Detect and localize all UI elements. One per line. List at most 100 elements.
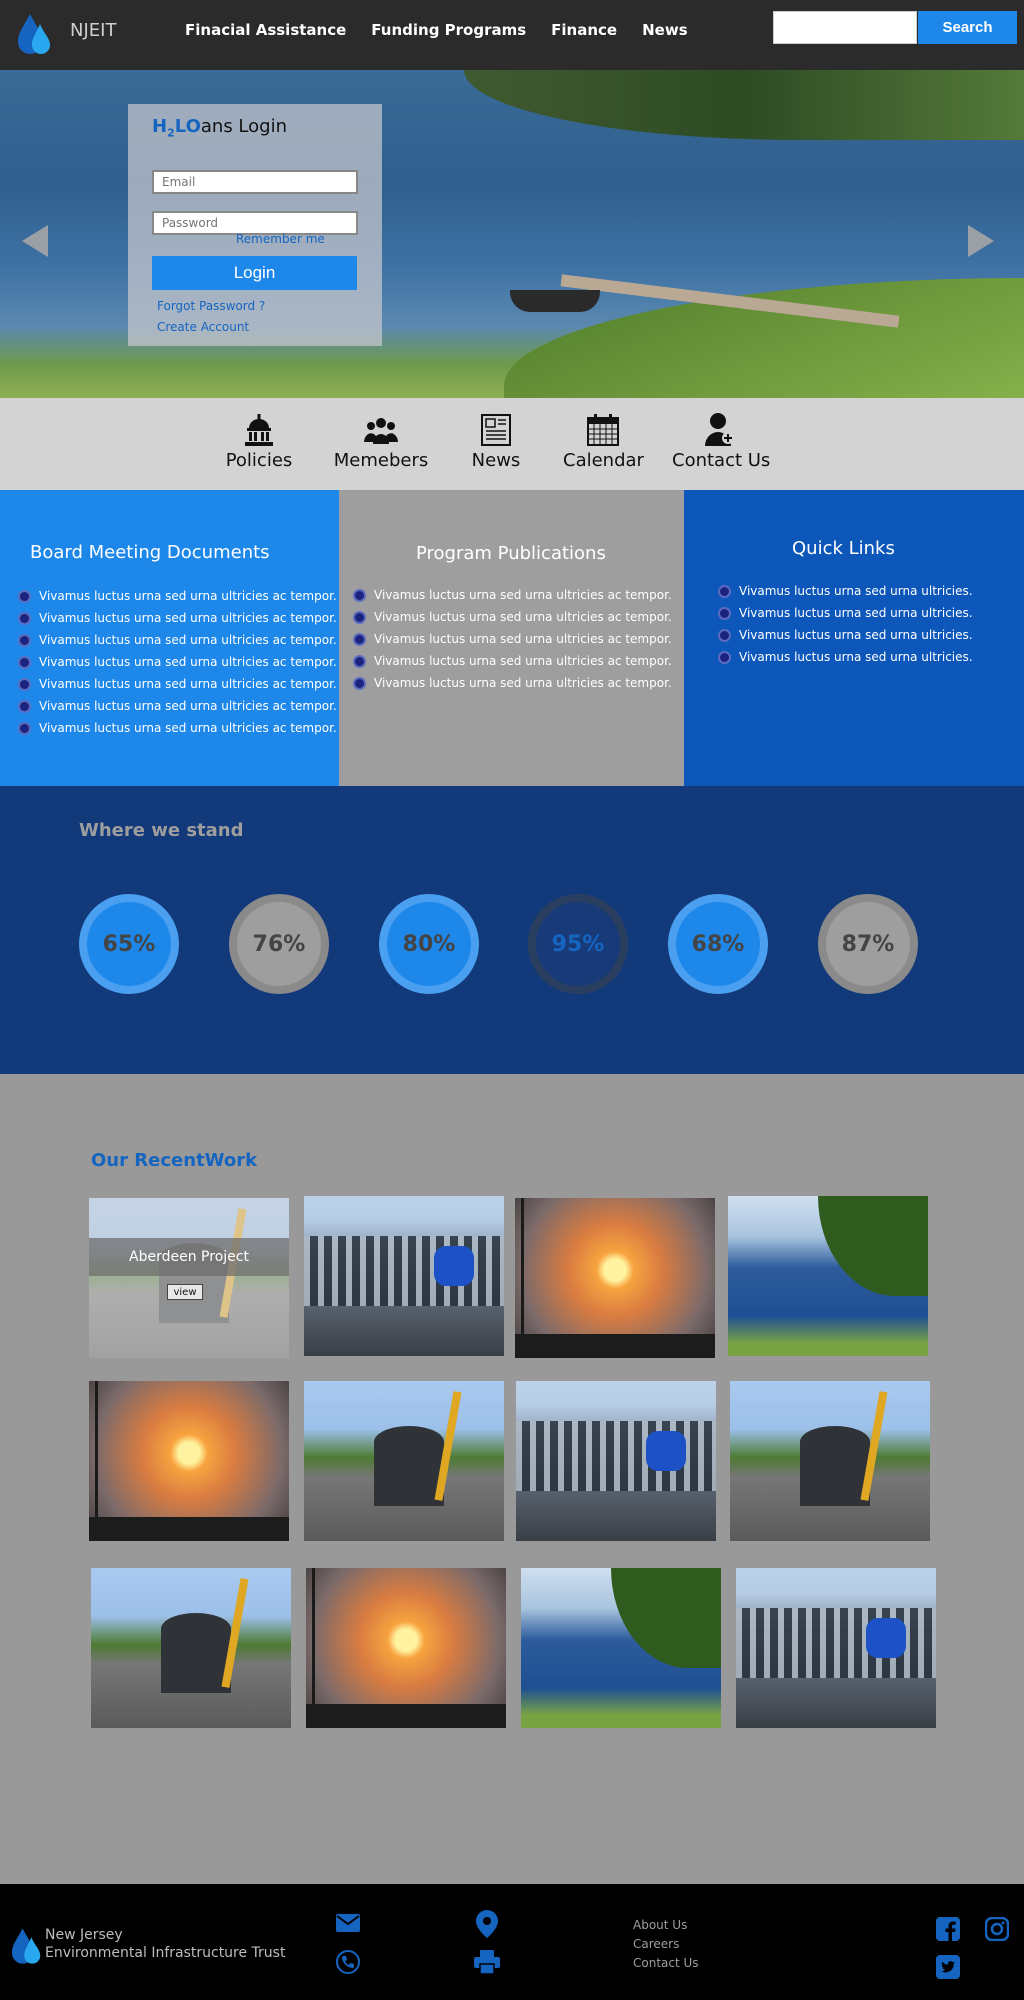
hero-trees bbox=[464, 70, 1024, 140]
bullet-icon bbox=[353, 654, 366, 668]
quick-links-panel: Quick Links Vivamus luctus urna sed urna… bbox=[684, 490, 1024, 786]
list-item[interactable]: Vivamus luctus urna sed urna ultricies a… bbox=[353, 650, 672, 672]
search-input[interactable] bbox=[773, 11, 917, 44]
list-item[interactable]: Vivamus luctus urna sed urna ultricies. bbox=[718, 580, 973, 602]
list-item[interactable]: Vivamus luctus urna sed urna ultricies a… bbox=[18, 695, 337, 717]
brand-name[interactable]: NJEIT bbox=[70, 20, 116, 41]
list-item[interactable]: Vivamus luctus urna sed urna ultricies a… bbox=[353, 628, 672, 650]
create-account-link[interactable]: Create Account bbox=[157, 320, 249, 334]
login-title: H2LOans Login bbox=[152, 116, 287, 140]
phone-icon[interactable] bbox=[335, 1949, 361, 1975]
work-thumbnail[interactable] bbox=[736, 1568, 936, 1728]
info-panels: Board Meeting Documents Vivamus luctus u… bbox=[0, 490, 1024, 786]
stat-circle: 80% bbox=[379, 894, 479, 994]
work-thumbnail[interactable] bbox=[89, 1381, 289, 1541]
slider-prev-arrow-icon[interactable] bbox=[22, 225, 48, 257]
nav-financial-assistance[interactable]: Finacial Assistance bbox=[185, 21, 346, 39]
bullet-icon bbox=[18, 589, 31, 603]
work-thumbnail[interactable] bbox=[515, 1198, 715, 1358]
location-pin-icon[interactable] bbox=[476, 1910, 498, 1938]
thumbnail-overlay: Aberdeen Project view bbox=[89, 1198, 289, 1358]
login-box: H2LOans Login Remember me Login Forgot P… bbox=[128, 104, 382, 346]
list-item[interactable]: Vivamus luctus urna sed urna ultricies a… bbox=[18, 651, 337, 673]
panel-title: Board Meeting Documents bbox=[30, 542, 270, 563]
iconbar-label: News bbox=[471, 450, 521, 471]
view-button[interactable]: view bbox=[167, 1284, 203, 1300]
iconbar-label: Memebers bbox=[333, 450, 429, 471]
list-item[interactable]: Vivamus luctus urna sed urna ultricies. bbox=[718, 602, 973, 624]
list-item[interactable]: Vivamus luctus urna sed urna ultricies a… bbox=[18, 673, 337, 695]
stat-circle: 87% bbox=[818, 894, 918, 994]
section-title: Where we stand bbox=[79, 820, 244, 841]
iconbar-label: Calendar bbox=[563, 450, 644, 471]
work-thumbnail[interactable] bbox=[516, 1381, 716, 1541]
facebook-icon[interactable] bbox=[936, 1917, 960, 1941]
top-navbar: NJEIT Finacial Assistance Funding Progra… bbox=[0, 0, 1024, 70]
list-item[interactable]: Vivamus luctus urna sed urna ultricies a… bbox=[18, 585, 337, 607]
work-thumbnail[interactable] bbox=[304, 1381, 504, 1541]
section-title: Our RecentWork bbox=[91, 1150, 258, 1171]
work-thumbnail[interactable] bbox=[730, 1381, 930, 1541]
hero-slider: H2LOans Login Remember me Login Forgot P… bbox=[0, 70, 1024, 398]
iconbar-label: Policies bbox=[225, 450, 293, 471]
panel-title: Quick Links bbox=[792, 538, 895, 559]
iconbar-members[interactable]: Memebers bbox=[333, 410, 429, 471]
slider-next-arrow-icon[interactable] bbox=[968, 225, 994, 257]
bullet-icon bbox=[718, 584, 731, 598]
search-button[interactable]: Search bbox=[918, 11, 1017, 44]
remember-me-link[interactable]: Remember me bbox=[236, 232, 325, 246]
work-thumbnail[interactable] bbox=[91, 1568, 291, 1728]
stat-circle: 65% bbox=[79, 894, 179, 994]
nav-finance[interactable]: Finance bbox=[551, 21, 617, 39]
list-item[interactable]: Vivamus luctus urna sed urna ultricies a… bbox=[353, 606, 672, 628]
bullet-icon bbox=[353, 588, 366, 602]
iconbar-news[interactable]: News bbox=[468, 410, 524, 471]
work-thumbnail[interactable] bbox=[521, 1568, 721, 1728]
list-item[interactable]: Vivamus luctus urna sed urna ultricies a… bbox=[18, 717, 337, 739]
footer-org-name: New Jersey Environmental Infrastructure … bbox=[45, 1927, 286, 1961]
footer-links: About Us Careers Contact Us bbox=[633, 1916, 699, 1973]
recent-work-section: Our RecentWork Aberdeen Project view bbox=[0, 1074, 1024, 1884]
footer-link-contact[interactable]: Contact Us bbox=[633, 1954, 699, 1973]
work-thumbnail-featured[interactable]: Aberdeen Project view bbox=[89, 1198, 289, 1358]
footer: New Jersey Environmental Infrastructure … bbox=[0, 1884, 1024, 2000]
list-item[interactable]: Vivamus luctus urna sed urna ultricies a… bbox=[353, 672, 672, 694]
list-item[interactable]: Vivamus luctus urna sed urna ultricies a… bbox=[353, 584, 672, 606]
project-caption: Aberdeen Project bbox=[89, 1238, 289, 1276]
bullet-icon bbox=[18, 655, 31, 669]
bullet-icon bbox=[18, 699, 31, 713]
iconbar-calendar[interactable]: Calendar bbox=[563, 410, 644, 471]
footer-link-careers[interactable]: Careers bbox=[633, 1935, 699, 1954]
footer-link-about[interactable]: About Us bbox=[633, 1916, 699, 1935]
panel-title: Program Publications bbox=[416, 543, 606, 564]
bullet-icon bbox=[353, 610, 366, 624]
water-drop-logo-icon[interactable] bbox=[12, 1926, 42, 1966]
list-item[interactable]: Vivamus luctus urna sed urna ultricies. bbox=[718, 646, 973, 668]
email-field[interactable] bbox=[152, 170, 358, 194]
work-thumbnail[interactable] bbox=[728, 1196, 928, 1356]
twitter-icon[interactable] bbox=[936, 1955, 960, 1979]
list-item[interactable]: Vivamus luctus urna sed urna ultricies. bbox=[718, 624, 973, 646]
login-button[interactable]: Login bbox=[152, 256, 357, 290]
publications-list: Vivamus luctus urna sed urna ultricies a… bbox=[353, 584, 672, 694]
work-thumbnail[interactable] bbox=[304, 1196, 504, 1356]
iconbar-contact-us[interactable]: Contact Us bbox=[672, 410, 770, 471]
nav-funding-programs[interactable]: Funding Programs bbox=[371, 21, 526, 39]
forgot-password-link[interactable]: Forgot Password ? bbox=[157, 299, 265, 313]
group-icon bbox=[364, 418, 398, 444]
list-item[interactable]: Vivamus luctus urna sed urna ultricies a… bbox=[18, 629, 337, 651]
stat-circle: 76% bbox=[229, 894, 329, 994]
work-thumbnail[interactable] bbox=[306, 1568, 506, 1728]
bullet-icon bbox=[18, 611, 31, 625]
nav-news[interactable]: News bbox=[642, 21, 688, 39]
capitol-icon bbox=[245, 414, 273, 446]
list-item[interactable]: Vivamus luctus urna sed urna ultricies a… bbox=[18, 607, 337, 629]
envelope-icon[interactable] bbox=[336, 1914, 360, 1932]
bullet-icon bbox=[353, 632, 366, 646]
quick-icon-bar: Policies Memebers News Calendar Contact … bbox=[0, 398, 1024, 490]
main-nav: Finacial Assistance Funding Programs Fin… bbox=[185, 21, 713, 39]
printer-icon[interactable] bbox=[474, 1950, 500, 1974]
instagram-icon[interactable] bbox=[985, 1917, 1009, 1941]
water-drop-logo-icon[interactable] bbox=[18, 12, 52, 56]
iconbar-policies[interactable]: Policies bbox=[224, 410, 294, 471]
